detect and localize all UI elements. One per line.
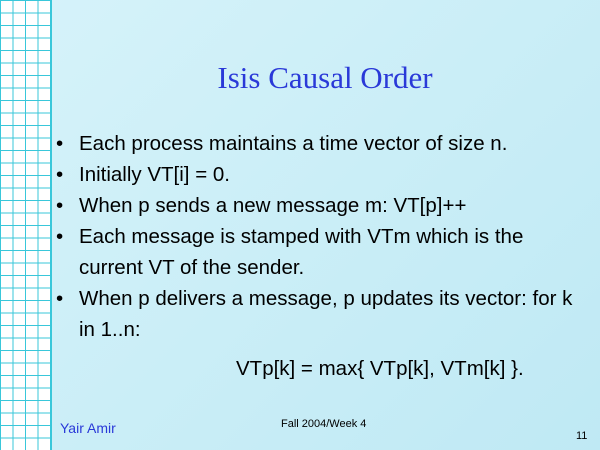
bullet-dot-icon: • xyxy=(56,287,64,310)
footer-author: Yair Amir xyxy=(60,420,116,436)
bullet-list: • Each process maintains a time vector o… xyxy=(0,128,600,345)
bullet-item: • Each message is stamped with VTm which… xyxy=(0,221,579,283)
page-number: 11 xyxy=(576,430,588,442)
bullet-dot-icon: • xyxy=(56,163,64,186)
bullet-dot-icon: • xyxy=(56,194,64,217)
bullet-item: • When p sends a new message m: VT[p]++ xyxy=(0,190,579,221)
bullet-text: Each message is stamped with VTm which i… xyxy=(79,225,524,279)
formula-line: VTp[k] = max{ VTp[k], VTm[k] }. xyxy=(236,357,524,380)
slide: Isis Causal Order • Each process maintai… xyxy=(0,0,600,450)
bullet-item: • When p delivers a message, p updates i… xyxy=(0,283,579,345)
bullet-text: When p delivers a message, p updates its… xyxy=(79,287,573,341)
bullet-dot-icon: • xyxy=(56,225,64,248)
bullet-text: Initially VT[i] = 0. xyxy=(79,163,230,186)
bullet-text: Each process maintains a time vector of … xyxy=(79,132,508,155)
bullet-item: • Initially VT[i] = 0. xyxy=(0,159,579,190)
slide-title: Isis Causal Order xyxy=(217,60,433,95)
bullet-dot-icon: • xyxy=(56,132,64,155)
bullet-text: When p sends a new message m: VT[p]++ xyxy=(79,194,467,217)
footer-date: Fall 2004/Week 4 xyxy=(281,418,367,430)
bullet-item: • Each process maintains a time vector o… xyxy=(0,128,579,159)
